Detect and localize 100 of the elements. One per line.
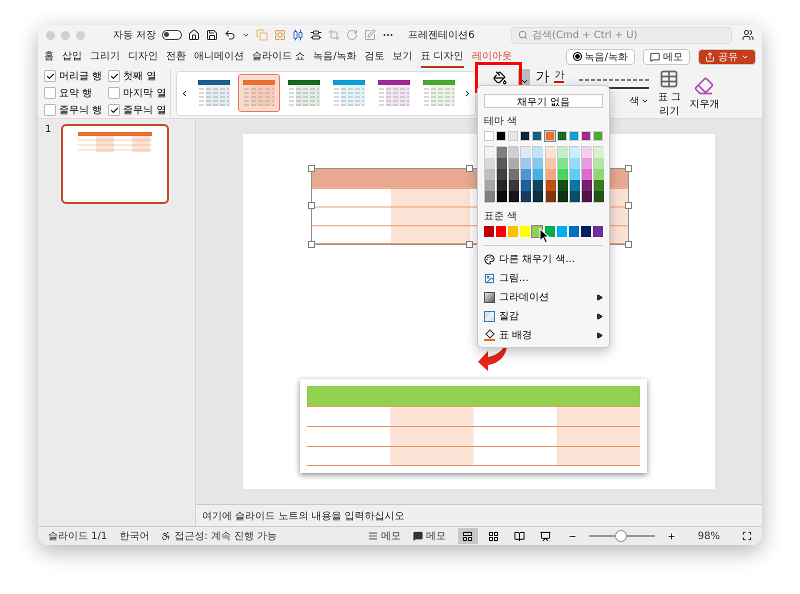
zoom-in-icon[interactable] (666, 532, 676, 540)
table-option-checkbox[interactable]: 머리글 행 (44, 69, 102, 83)
color-swatch[interactable] (508, 131, 518, 141)
table-option-checkbox[interactable]: 마지막 열 (108, 86, 166, 100)
dashed-line-style[interactable] (579, 78, 650, 82)
color-swatch[interactable] (509, 191, 520, 202)
color-swatch[interactable] (533, 180, 544, 191)
table-option-checkbox[interactable]: 첫째 열 (108, 69, 166, 83)
color-swatch[interactable] (594, 169, 604, 180)
color-swatch[interactable] (484, 226, 494, 237)
autosave-toggle[interactable] (162, 30, 182, 40)
menu-item[interactable]: 질감 (484, 308, 603, 324)
ribbon-tab[interactable]: 애니메이션 (194, 46, 244, 68)
color-swatch[interactable] (570, 147, 580, 158)
ribbon-tab[interactable]: 슬라이드 쇼 (252, 46, 306, 68)
color-swatch[interactable] (570, 180, 580, 191)
save-icon[interactable] (206, 29, 218, 41)
slide-thumbnail[interactable] (61, 124, 170, 204)
color-swatch[interactable] (558, 169, 568, 180)
color-swatch[interactable] (568, 131, 579, 141)
color-swatch[interactable] (521, 169, 532, 180)
table-option-checkbox[interactable]: 줄무늬 행 (44, 103, 102, 117)
color-swatch[interactable] (485, 180, 495, 191)
color-swatch[interactable] (570, 158, 580, 169)
crop-icon[interactable] (328, 29, 340, 41)
color-swatch[interactable] (533, 147, 544, 158)
home-icon[interactable] (188, 29, 200, 41)
color-swatch[interactable] (521, 158, 532, 169)
table-option-checkbox[interactable]: 줄무늬 열 (108, 103, 166, 117)
color-swatch[interactable] (558, 158, 568, 169)
color-swatch[interactable] (532, 131, 542, 141)
ribbon-tab[interactable]: 디자인 (128, 46, 158, 68)
color-swatch[interactable] (582, 158, 592, 169)
color-swatch[interactable] (497, 191, 508, 202)
color-swatch[interactable] (497, 158, 508, 169)
color-swatch[interactable] (497, 169, 508, 180)
color-swatch[interactable] (496, 131, 506, 141)
color-swatch[interactable] (558, 191, 568, 202)
ribbon-tab[interactable]: 검토 (364, 46, 385, 68)
fit-icon[interactable] (742, 531, 752, 541)
color-swatch[interactable] (521, 191, 532, 202)
font-color-button[interactable]: 가 (554, 71, 564, 83)
color-swatch[interactable] (509, 147, 520, 158)
color-swatch[interactable] (509, 180, 520, 191)
color-swatch[interactable] (546, 147, 556, 158)
color-swatch[interactable] (594, 191, 604, 202)
notes-button[interactable]: 메모 (368, 529, 401, 543)
ribbon-tab[interactable]: 레이아웃 (472, 46, 512, 68)
pen-color-button[interactable]: 색 (629, 94, 640, 108)
color-swatch[interactable] (533, 158, 544, 169)
color-swatch[interactable] (558, 147, 568, 158)
color-swatch[interactable] (497, 180, 508, 191)
no-fill-button[interactable]: 채우기 없음 (484, 94, 603, 108)
color-swatch[interactable] (485, 191, 495, 202)
color-swatch[interactable] (582, 169, 592, 180)
color-swatch[interactable] (544, 131, 555, 141)
color-swatch[interactable] (582, 180, 592, 191)
color-swatch[interactable] (509, 158, 520, 169)
color-swatch[interactable] (508, 226, 518, 237)
accessibility-button[interactable]: 접근성: 계속 진행 가능 (161, 529, 278, 543)
distribute-icon[interactable] (292, 29, 304, 41)
color-swatch[interactable] (546, 180, 556, 191)
color-swatch[interactable] (520, 226, 530, 237)
color-swatch[interactable] (533, 191, 544, 202)
table-option-checkbox[interactable]: 요약 행 (44, 86, 102, 100)
color-swatch[interactable] (484, 131, 494, 141)
color-swatch[interactable] (485, 147, 495, 158)
color-swatch[interactable] (594, 158, 604, 169)
ribbon-tab[interactable]: 표 디자인 (420, 46, 464, 68)
view-button[interactable] (458, 528, 478, 544)
color-swatch[interactable] (556, 226, 567, 237)
share-button[interactable]: 공유 (698, 48, 756, 64)
draw-table-button[interactable]: 표 그리기 (654, 68, 684, 118)
color-swatch[interactable] (592, 226, 603, 237)
ribbon-tab[interactable]: 그리기 (90, 46, 120, 68)
menu-item[interactable]: 다른 채우기 색... (484, 251, 603, 267)
record-button[interactable]: 녹음/녹화 (566, 48, 635, 64)
color-swatch[interactable] (533, 169, 544, 180)
color-swatch[interactable] (582, 191, 592, 202)
align-icon[interactable] (310, 29, 322, 41)
color-swatch[interactable] (558, 180, 568, 191)
color-swatch[interactable] (485, 158, 495, 169)
color-swatch[interactable] (592, 131, 603, 141)
color-swatch[interactable] (568, 226, 579, 237)
ribbon-tab[interactable]: 보기 (392, 46, 413, 68)
color-swatch[interactable] (497, 147, 508, 158)
color-swatch[interactable] (509, 169, 520, 180)
comments-status-button[interactable]: 메모 (412, 529, 446, 543)
eraser-button[interactable]: 지우개 (689, 76, 720, 110)
caret-icon[interactable] (242, 31, 250, 39)
menu-item[interactable]: 그림... (484, 270, 603, 286)
rotate-icon[interactable] (346, 29, 358, 41)
undo-icon[interactable] (224, 29, 236, 41)
color-swatch[interactable] (556, 131, 567, 141)
ribbon-tab[interactable]: 삽입 (62, 46, 82, 68)
ribbon-tab[interactable]: 전환 (166, 46, 186, 68)
grid-icon[interactable] (274, 29, 286, 41)
color-swatch[interactable] (570, 169, 580, 180)
color-swatch[interactable] (594, 147, 604, 158)
text-effect-button[interactable]: 가 (535, 70, 550, 84)
